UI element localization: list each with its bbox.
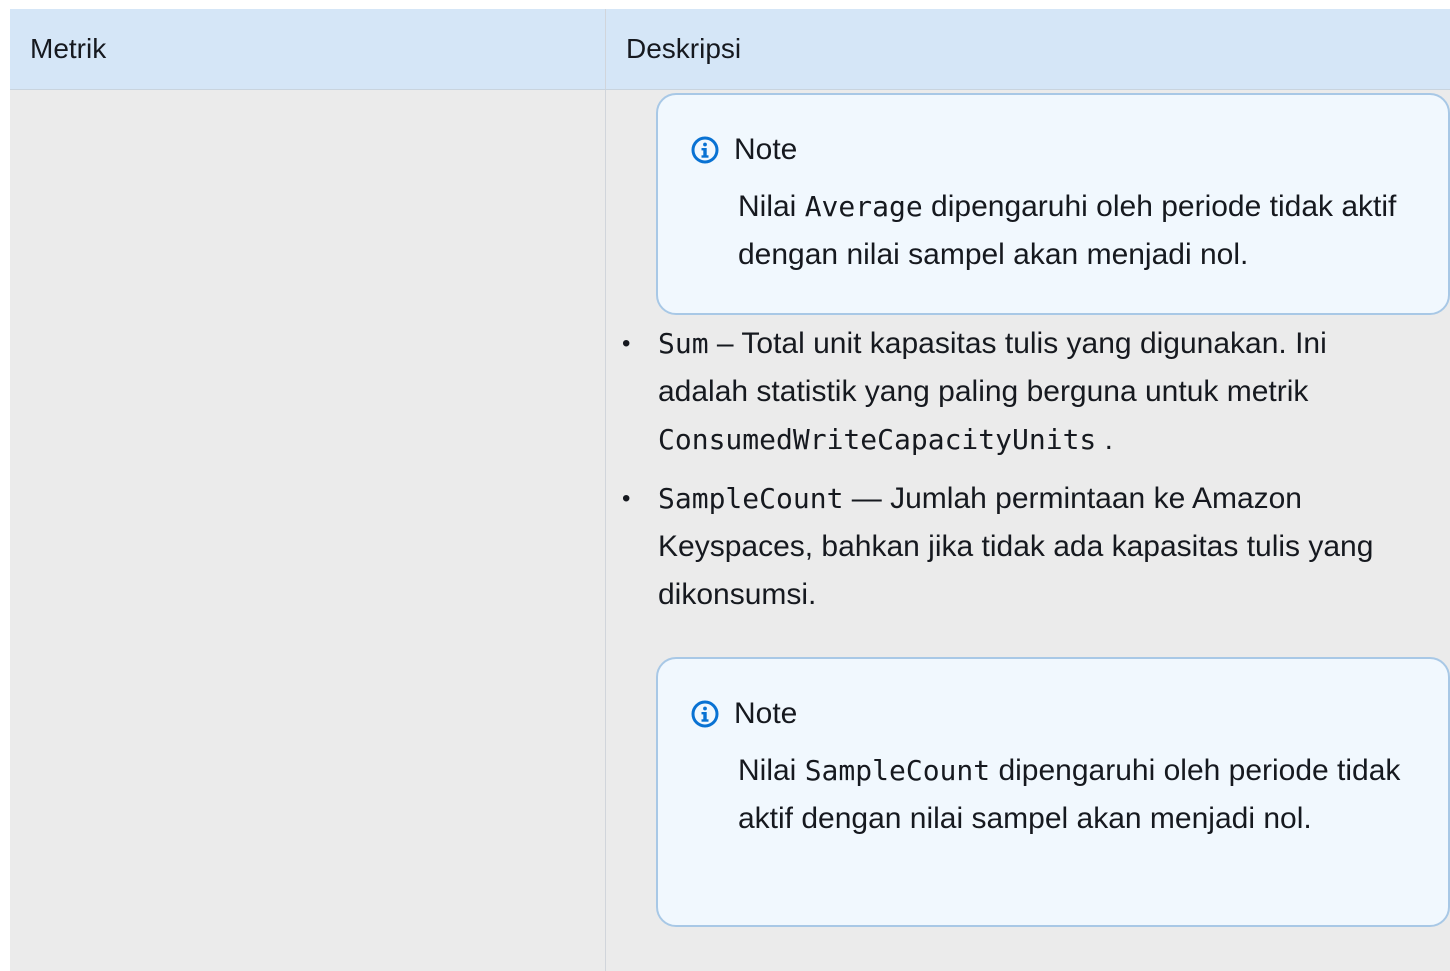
list-item-sum-end: . — [1096, 423, 1113, 456]
code-sum: Sum — [658, 327, 709, 360]
header-metric: Metrik — [10, 9, 606, 90]
code-samplecount: SampleCount — [658, 482, 844, 515]
metric-cell — [10, 89, 606, 971]
note-title: Note — [734, 133, 798, 166]
bullet: • — [622, 485, 631, 512]
note-header: Note — [690, 697, 797, 731]
code-consumed-write-capacity-units: ConsumedWriteCapacityUnits — [658, 423, 1097, 456]
note-code-samplecount: SampleCount — [804, 754, 991, 787]
note-box: Note Nilai SampleCount dipengaruhi oleh … — [656, 657, 1450, 927]
note-title: Note — [734, 697, 798, 730]
statistics-list: • Sum – Total unit kapasitas tulis yang d… — [622, 320, 1422, 630]
note-box: Note Nilai Average dipengaruhi oleh peri… — [656, 93, 1450, 315]
note-code-average: Average — [804, 190, 923, 223]
page: Metrik Deskripsi Note Nilai Average dipe… — [0, 0, 1450, 971]
table-header-row: Metrik Deskripsi — [10, 9, 1450, 90]
description-cell: Note Nilai Average dipengaruhi oleh peri… — [605, 89, 1450, 971]
metrics-table: Metrik Deskripsi Note Nilai Average dipe… — [10, 9, 1450, 971]
note-text-before: Nilai — [738, 190, 805, 223]
list-item-sum: • Sum – Total unit kapasitas tulis yang d… — [622, 320, 1422, 464]
list-item-sum-text: – Total unit kapasitas tulis yang diguna… — [658, 327, 1327, 408]
info-circle-icon — [691, 700, 719, 728]
bullet: • — [622, 330, 631, 357]
info-circle-icon — [691, 136, 719, 164]
note-text-before: Nilai — [738, 754, 805, 787]
list-item-samplecount: • SampleCount — Jumlah permintaan ke Amaz… — [622, 475, 1422, 619]
table-row: Note Nilai Average dipengaruhi oleh peri… — [10, 89, 1450, 971]
header-description: Deskripsi — [605, 9, 1450, 90]
note-text: Nilai Average dipengaruhi oleh periode t… — [738, 183, 1408, 279]
note-text: Nilai SampleCount dipengaruhi oleh perio… — [738, 747, 1408, 843]
note-header: Note — [690, 133, 797, 167]
